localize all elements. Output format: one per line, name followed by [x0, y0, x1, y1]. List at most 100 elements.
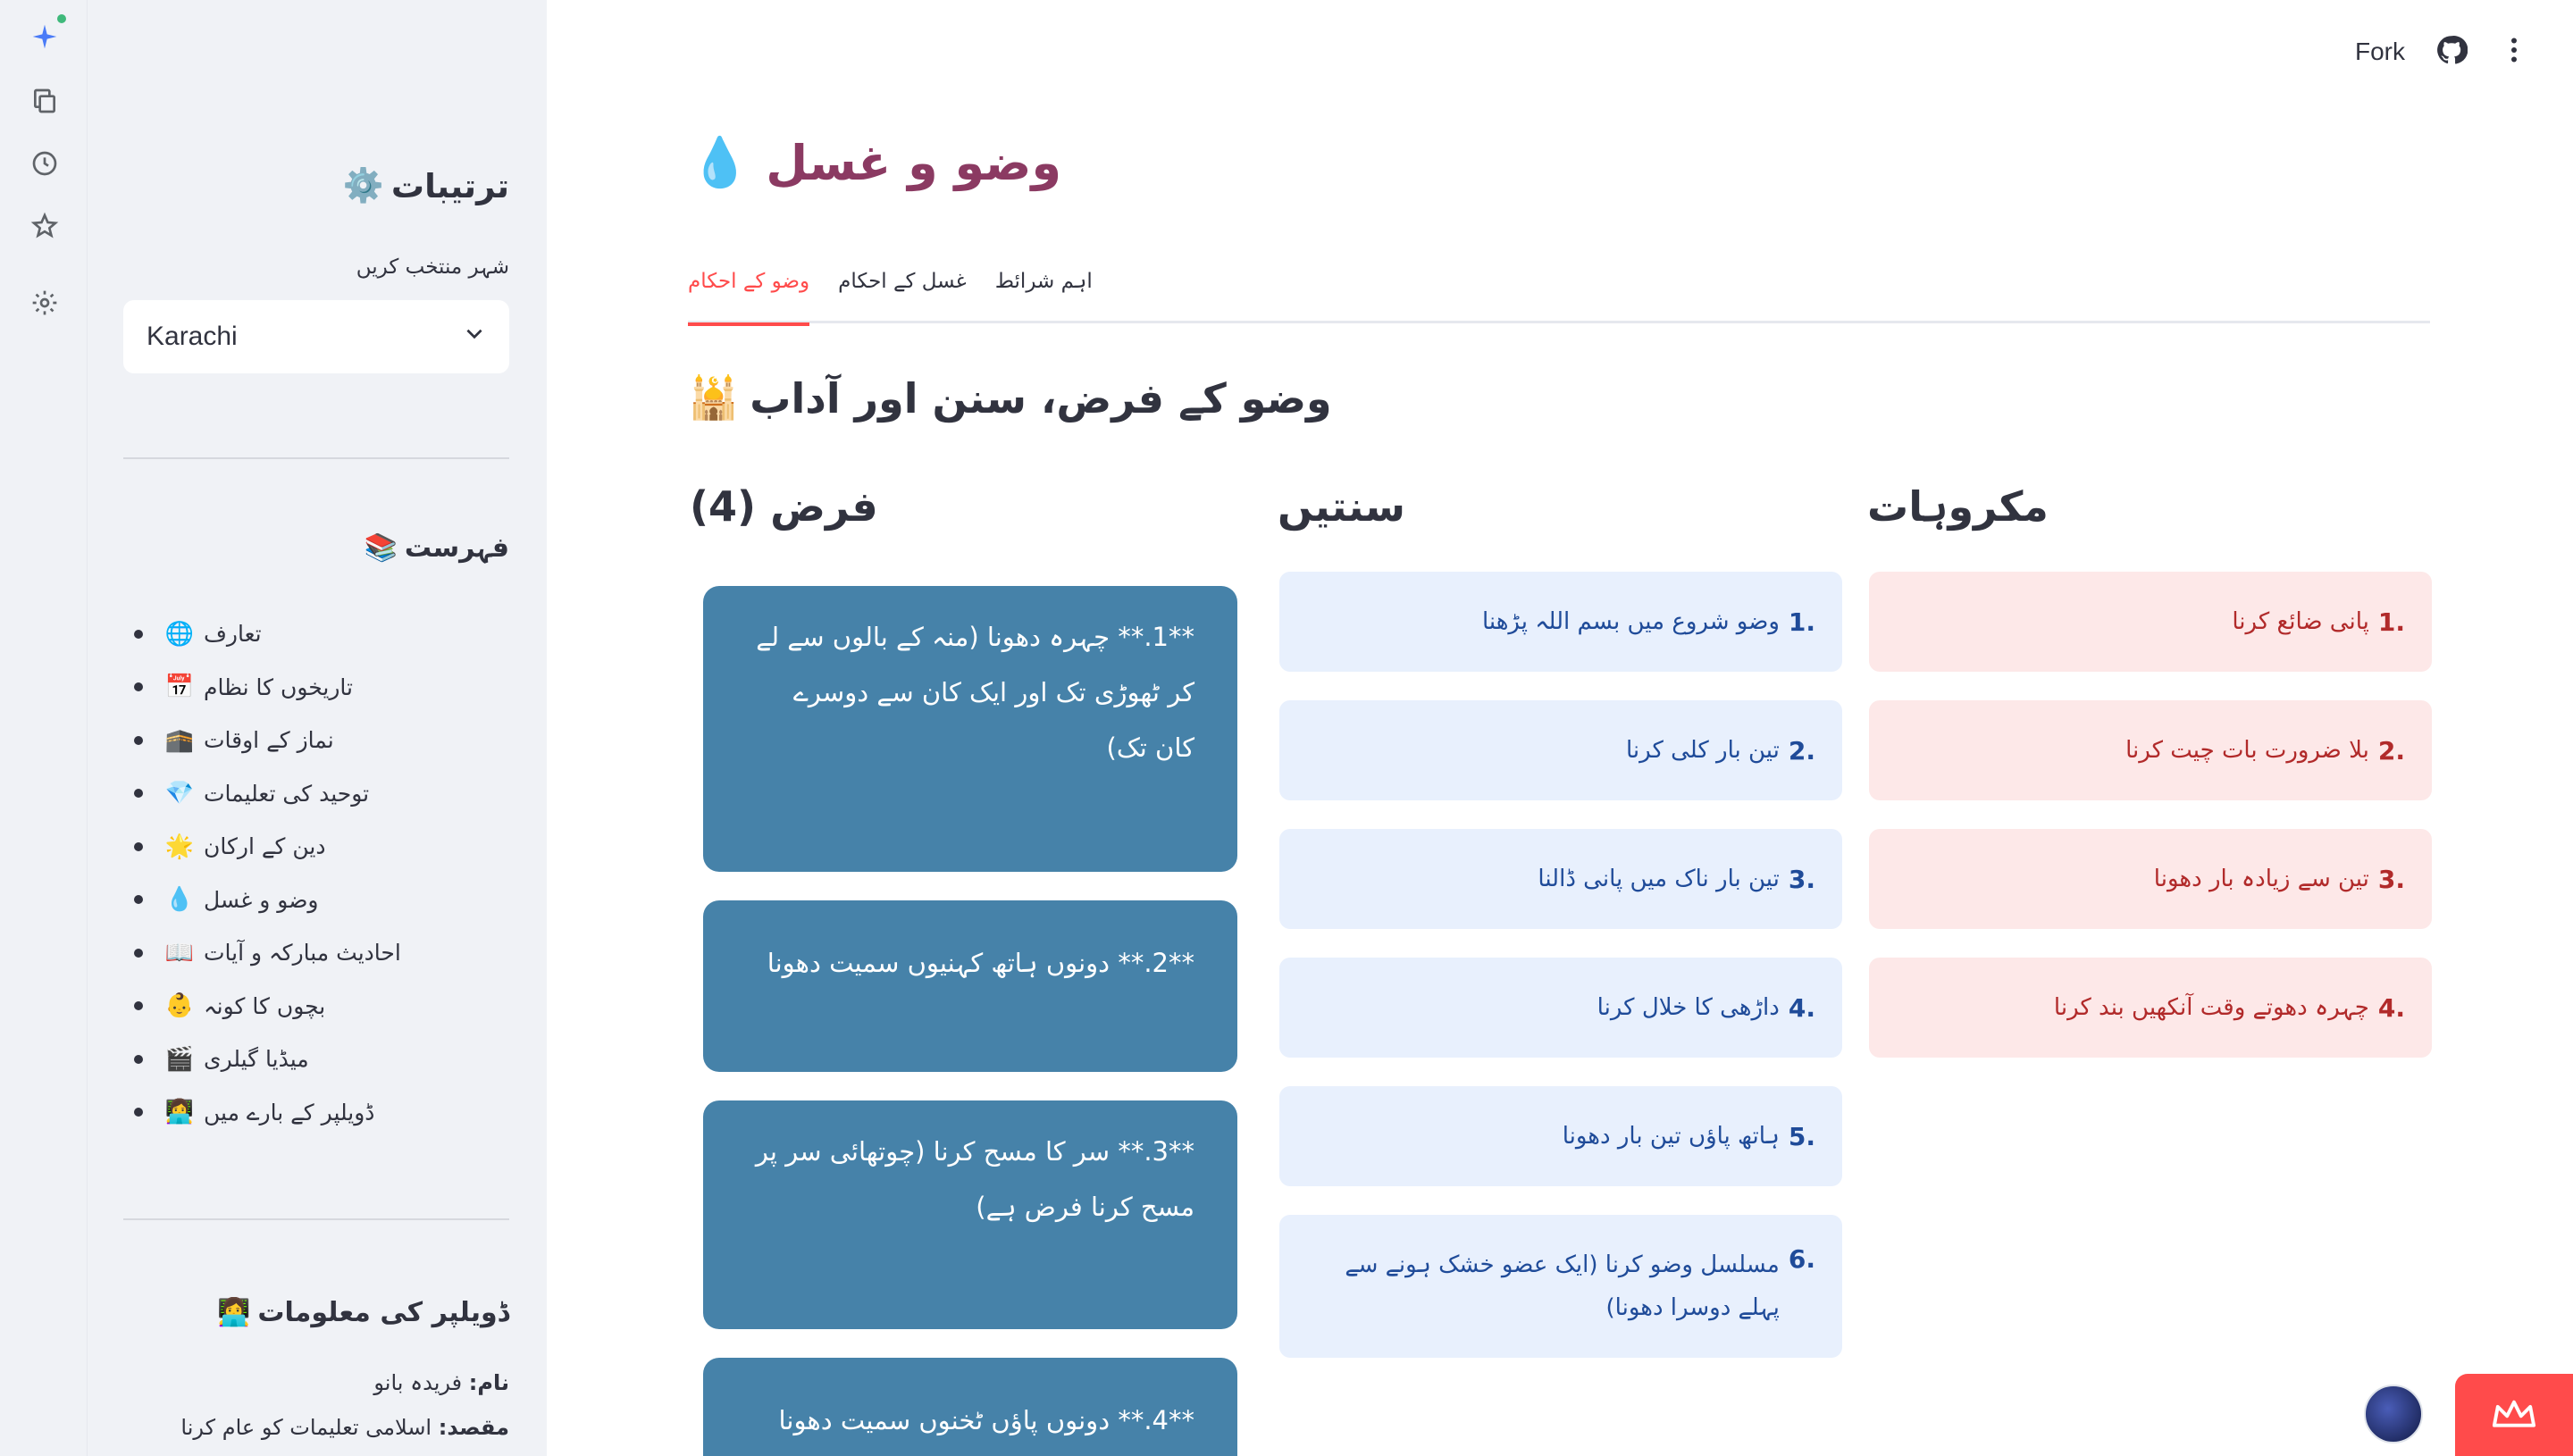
toc-item-label: احادیث مبارکہ و آیات [204, 940, 401, 966]
sunnah-number: 3. [1788, 864, 1815, 894]
star-glow-icon: 🌟 [164, 833, 195, 860]
city-select-value: Karachi [147, 322, 238, 351]
section-title: 🕌 وضو کے فرض، سنن اور آداب [688, 373, 1332, 423]
toc-item[interactable]: 🌐 تعارف [123, 607, 509, 661]
fard-card: **3.** سر کا مسح کرنا (چوتھائی سر پر مسح… [703, 1100, 1237, 1329]
gear-icon: ⚙️ [342, 166, 384, 205]
makruh-card: 2. بلا ضرورت بات چیت کرنا [1869, 700, 2432, 800]
makruh-number: 3. [2377, 864, 2405, 894]
city-label: شہر منتخب کریں [356, 255, 509, 279]
settings-gear-icon[interactable] [26, 284, 63, 322]
tab-wudu-rules[interactable]: وضو کے احکام [688, 264, 810, 326]
toc-item[interactable]: 🎬 میڈیا گیلری [123, 1033, 509, 1086]
sunnah-number: 1. [1788, 607, 1815, 637]
toc-item[interactable]: 📅 تاریخوں کا نظام [123, 661, 509, 715]
toc-item[interactable]: 👩‍💻 ڈویلپر کے بارے میں [123, 1086, 509, 1140]
status-dot [57, 14, 66, 23]
page-title-text: وضو و غسل [766, 134, 1062, 191]
sunnah-text: داڑھی کا خلال کرنا [1597, 994, 1780, 1021]
developer-info-title: ڈویلپر کی معلومات [257, 1297, 509, 1328]
sunnah-number: 2. [1788, 735, 1815, 766]
droplet-icon: 💧 [690, 134, 750, 190]
tab-conditions[interactable]: اہم شرائط [995, 264, 1093, 323]
toc-item-label: نماز کے اوقات [204, 727, 334, 754]
sunnah-text: وضو شروع میں بسم اللہ پڑھنا [1481, 608, 1780, 635]
makruh-card: 4. چہرہ دھوتے وقت آنکھیں بند کرنا [1869, 958, 2432, 1058]
sunnah-number: 4. [1788, 992, 1815, 1023]
toc-item[interactable]: 💧 وضو و غسل [123, 874, 509, 927]
toc-item[interactable]: 📖 احادیث مبارکہ و آیات [123, 926, 509, 980]
section-title-text: وضو کے فرض، سنن اور آداب [750, 373, 1332, 423]
tab-ghusl-rules[interactable]: غسل کے احکام [838, 264, 967, 323]
gem-icon: 💎 [164, 780, 195, 807]
makruh-card: 3. تین سے زیادہ بار دھونا [1869, 829, 2432, 929]
fard-card: **4.** دونوں پاؤں ٹخنوں سمیت دھونا [703, 1358, 1237, 1456]
makruh-number: 2. [2377, 735, 2405, 766]
chevron-down-icon [463, 322, 486, 352]
toc-item[interactable]: 👶 بچوں کا کونہ [123, 980, 509, 1033]
mosque-icon: 🕌 [688, 373, 740, 422]
sunnah-card: 2. تین بار کلی کرنا [1279, 700, 1842, 800]
sunnah-card: 3. تین بار ناک میں پانی ڈالنا [1279, 829, 1842, 929]
developer-purpose-key: مقصد: [438, 1415, 509, 1440]
streamlit-crown-button[interactable] [2455, 1374, 2573, 1456]
user-avatar[interactable] [2364, 1385, 2423, 1443]
sunnah-card: 5. ہاتھ پاؤں تین بار دھونا [1279, 1086, 1842, 1186]
droplet-icon: 💧 [164, 886, 195, 914]
settings-title: ترتیبات [390, 166, 509, 205]
makruh-text: پانی ضائع کرنا [2232, 608, 2369, 635]
toc-item-label: ڈویلپر کے بارے میں [204, 1099, 375, 1125]
tab-bar: وضو کے احکام غسل کے احکام اہم شرائط [688, 264, 2430, 326]
sparkle-icon[interactable] [26, 18, 63, 55]
developer-icon: 👩‍💻 [164, 1099, 195, 1126]
open-book-icon: 📖 [164, 939, 195, 966]
toc-item[interactable]: 💎 توحید کی تعلیمات [123, 767, 509, 821]
main-content: 💧 وضو و غسل وضو کے احکام غسل کے احکام اہ… [547, 0, 2573, 1456]
divider [123, 457, 509, 459]
sunnah-text: مسلسل وضو کرنا (ایک عضو خشک ہونے سے پہلے… [1345, 1251, 1780, 1321]
toc-title: فہرست [404, 532, 509, 564]
sunnah-number: 5. [1788, 1121, 1815, 1151]
sunnah-number: 6. [1788, 1244, 1815, 1274]
developer-name-line: نام: فریدہ بانو [123, 1370, 509, 1395]
toc-list: 🌐 تعارف 📅 تاریخوں کا نظام 🕋 نماز کے اوقات 💎… [123, 607, 509, 1139]
books-icon: 📚 [364, 532, 398, 564]
toc-item-label: توحید کی تعلیمات [204, 780, 370, 807]
toc-item-label: وضو و غسل [204, 886, 319, 913]
settings-heading: ترتیبات ⚙️ [123, 166, 509, 205]
sunnah-card: 4. داڑھی کا خلال کرنا [1279, 958, 1842, 1058]
toc-item-label: بچوں کا کونہ [204, 992, 326, 1019]
toc-item[interactable]: 🕋 نماز کے اوقات [123, 714, 509, 767]
fard-column-title: فرض (4) [690, 482, 878, 531]
fard-card: **1.** چہرہ دھونا (منہ کے بالوں سے لے کر… [703, 586, 1237, 872]
toc-item[interactable]: 🌟 دین کے ارکان [123, 820, 509, 874]
crown-icon [2492, 1400, 2536, 1427]
kaaba-icon: 🕋 [164, 726, 195, 754]
sunnah-text: تین بار کلی کرنا [1625, 737, 1780, 764]
baby-icon: 👶 [164, 992, 195, 1020]
developer-icon: 👩‍💻 [216, 1297, 251, 1328]
sunnah-text: ہاتھ پاؤں تین بار دھونا [1562, 1123, 1780, 1150]
fard-card: **2.** دونوں ہاتھ کہنیوں سمیت دھونا [703, 900, 1237, 1072]
toc-item-label: دین کے ارکان [204, 833, 326, 860]
history-icon[interactable] [26, 145, 63, 182]
makruh-text: بلا ضرورت بات چیت کرنا [2125, 737, 2369, 764]
clapper-icon: 🎬 [164, 1045, 195, 1073]
developer-name-key: نام: [468, 1370, 509, 1395]
sunnah-card: 6. مسلسل وضو کرنا (ایک عضو خشک ہونے سے پہ… [1279, 1215, 1842, 1358]
developer-name-value: فریدہ بانو [373, 1370, 463, 1395]
sunnah-text: تین بار ناک میں پانی ڈالنا [1538, 866, 1780, 892]
icon-rail [0, 0, 88, 1456]
developer-purpose-value: اسلامی تعلیمات کو عام کرنا [180, 1415, 432, 1440]
toc-item-label: تعارف [204, 621, 262, 648]
makruh-text: تین سے زیادہ بار دھونا [2153, 866, 2369, 892]
developer-purpose-line: مقصد: اسلامی تعلیمات کو عام کرنا [123, 1415, 509, 1440]
makruh-number: 4. [2377, 992, 2405, 1023]
sunnah-card: 1. وضو شروع میں بسم اللہ پڑھنا [1279, 572, 1842, 672]
sidebar: ترتیبات ⚙️ شہر منتخب کریں Karachi فہرست … [88, 0, 547, 1456]
city-select[interactable]: Karachi [123, 300, 509, 373]
toc-item-label: تاریخوں کا نظام [204, 674, 353, 700]
star-icon[interactable] [26, 207, 63, 245]
pages-icon[interactable] [26, 82, 63, 120]
calendar-icon: 📅 [164, 674, 195, 701]
